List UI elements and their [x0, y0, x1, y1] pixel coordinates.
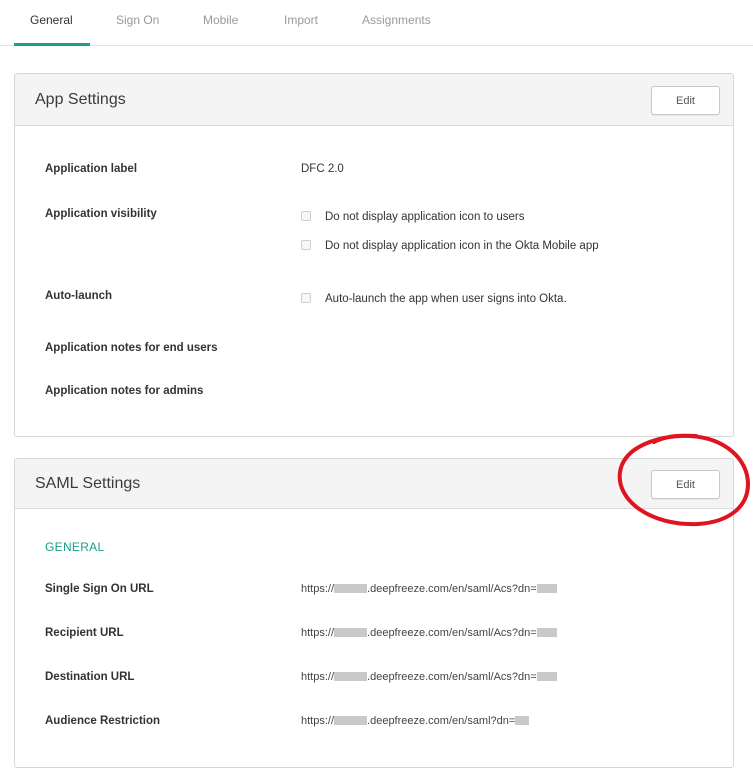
sso-url-label: Single Sign On URL — [45, 583, 154, 595]
auto-launch-option: Auto-launch the app when user signs into… — [301, 290, 567, 305]
hide-icon-mobile-option: Do not display application icon in the O… — [301, 237, 599, 252]
tab-bar: General Sign On Mobile Import Assignment… — [0, 0, 753, 46]
audience-restriction-prefix: https:// — [301, 715, 335, 727]
saml-settings-panel: SAML Settings Edit GENERAL Single Sign O… — [14, 458, 734, 768]
audience-restriction-label: Audience Restriction — [45, 715, 161, 727]
tab-assignments[interactable]: Assignments — [362, 0, 431, 46]
application-label-label: Application label — [45, 163, 138, 175]
hide-icon-mobile-checkbox[interactable] — [301, 239, 311, 250]
general-section-label: GENERAL — [45, 540, 105, 554]
recipient-url-value: https:// .deepfreeze.com/en/saml/Acs?dn= — [301, 627, 557, 639]
recipient-url-label: Recipient URL — [45, 627, 124, 639]
app-settings-header: App Settings Edit — [15, 74, 733, 126]
tab-sign-on[interactable]: Sign On — [116, 0, 159, 46]
hide-icon-mobile-text: Do not display application icon in the O… — [325, 239, 599, 252]
app-settings-title: App Settings — [35, 91, 126, 108]
redacted-block — [515, 715, 530, 725]
destination-url-prefix: https:// — [301, 671, 335, 683]
active-tab-indicator — [14, 43, 90, 46]
redacted-block — [536, 583, 557, 593]
redacted-block — [536, 627, 557, 637]
auto-launch-checkbox[interactable] — [301, 292, 311, 303]
sso-url-prefix: https:// — [301, 583, 335, 595]
auto-launch-label: Auto-launch — [45, 290, 113, 302]
sso-url-middle: .deepfreeze.com/en/saml/Acs?dn= — [367, 583, 537, 595]
app-settings-panel: App Settings Edit Application label DFC … — [14, 73, 734, 437]
hide-icon-users-text: Do not display application icon to users — [325, 210, 525, 223]
notes-end-users-label: Application notes for end users — [45, 342, 218, 354]
application-label-value: DFC 2.0 — [301, 163, 344, 175]
tab-import[interactable]: Import — [284, 0, 318, 46]
hide-icon-users-checkbox[interactable] — [301, 210, 311, 221]
destination-url-value: https:// .deepfreeze.com/en/saml/Acs?dn= — [301, 671, 557, 683]
saml-settings-title: SAML Settings — [35, 475, 141, 492]
destination-url-middle: .deepfreeze.com/en/saml/Acs?dn= — [367, 671, 537, 683]
redacted-block — [536, 671, 557, 681]
redacted-block — [334, 627, 368, 637]
audience-restriction-middle: .deepfreeze.com/en/saml?dn= — [367, 715, 516, 727]
saml-settings-header: SAML Settings Edit — [15, 459, 733, 509]
destination-url-label: Destination URL — [45, 671, 135, 683]
sso-url-value: https:// .deepfreeze.com/en/saml/Acs?dn= — [301, 583, 557, 595]
auto-launch-text: Auto-launch the app when user signs into… — [325, 292, 567, 305]
redacted-block — [334, 583, 368, 593]
recipient-url-prefix: https:// — [301, 627, 335, 639]
redacted-block — [334, 715, 368, 725]
app-settings-edit-button[interactable]: Edit — [651, 86, 720, 115]
audience-restriction-value: https:// .deepfreeze.com/en/saml?dn= — [301, 715, 530, 727]
saml-settings-edit-button[interactable]: Edit — [651, 470, 720, 499]
redacted-block — [334, 671, 368, 681]
application-visibility-label: Application visibility — [45, 208, 157, 220]
notes-admins-label: Application notes for admins — [45, 385, 204, 397]
recipient-url-middle: .deepfreeze.com/en/saml/Acs?dn= — [367, 627, 537, 639]
hide-icon-users-option: Do not display application icon to users — [301, 208, 525, 223]
tab-general[interactable]: General — [30, 0, 73, 46]
tab-mobile[interactable]: Mobile — [203, 0, 238, 46]
